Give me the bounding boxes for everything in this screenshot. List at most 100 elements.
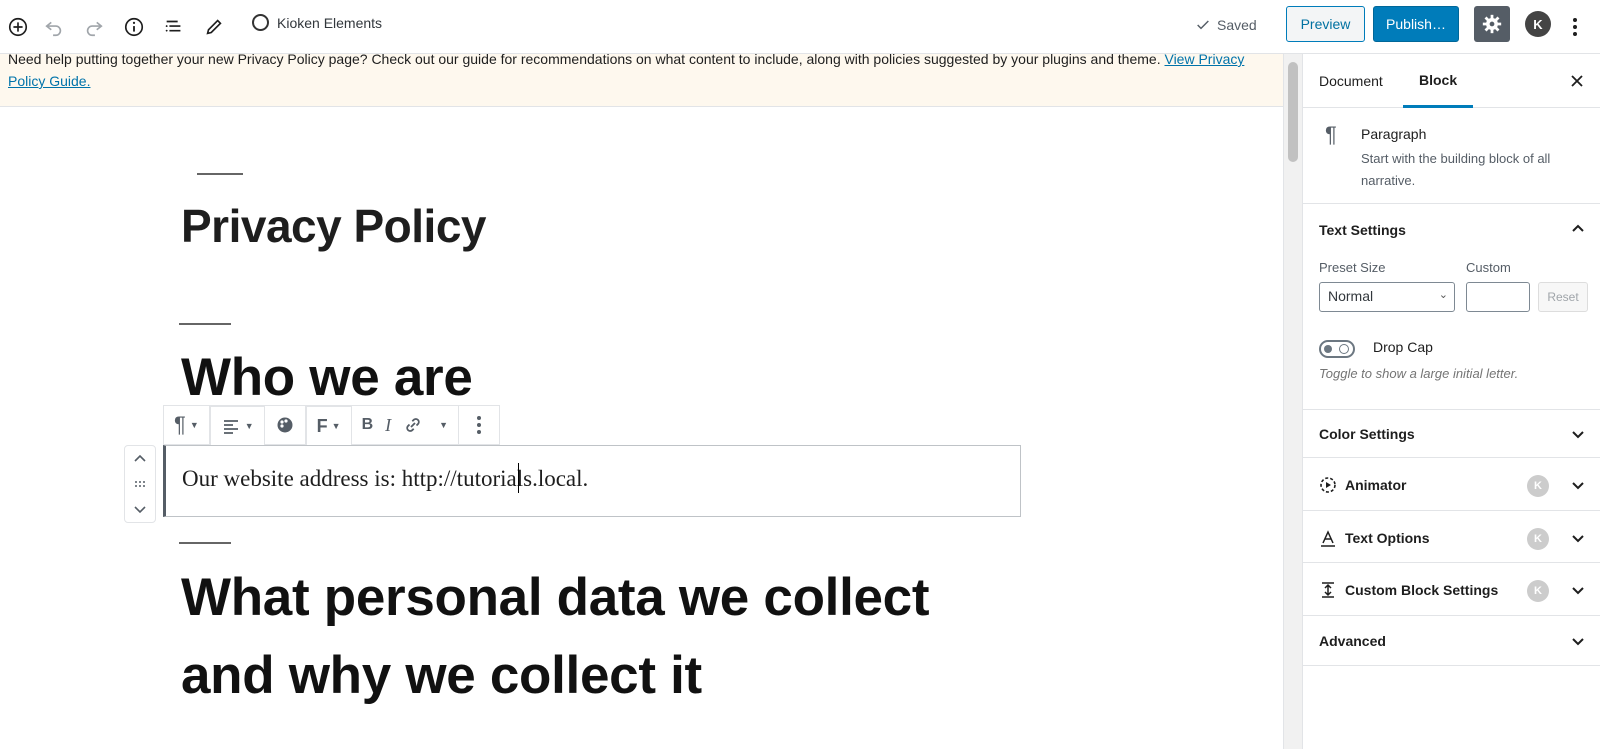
heading-line-1: What personal data we collect — [181, 568, 930, 627]
kebab-menu-icon[interactable] — [1560, 9, 1590, 45]
chevron-down-icon — [1572, 638, 1584, 646]
preview-button[interactable]: Preview — [1286, 6, 1365, 42]
chevron-down-icon: ▼ — [439, 420, 449, 430]
site-title[interactable]: Kioken Elements — [252, 14, 382, 31]
panel-head: Text Options — [1319, 529, 1430, 547]
separator-block[interactable] — [179, 542, 231, 544]
heading-personal-data[interactable]: What personal data we collect and why we… — [181, 559, 930, 715]
panel-title: Custom Block Settings — [1345, 582, 1499, 598]
chevron-down-icon — [1572, 535, 1584, 543]
pilcrow-icon: ¶ — [1325, 122, 1337, 147]
panel-animator[interactable]: Animator K — [1303, 458, 1600, 511]
heading-line-2: and why we collect it — [181, 646, 702, 705]
reset-button[interactable]: Reset — [1538, 282, 1588, 312]
pilcrow-icon: ¶ — [174, 412, 186, 437]
sidebar-tabs: Document Block — [1303, 54, 1600, 108]
chevron-down-icon — [1572, 482, 1584, 490]
kioken-plugin-button[interactable]: K — [1525, 11, 1551, 37]
panel-text-settings: Text Settings Preset Size Custom Normal … — [1303, 204, 1600, 410]
notice-text: Need help putting together your new Priv… — [8, 54, 1161, 67]
panel-custom-block-settings[interactable]: Custom Block Settings K — [1303, 563, 1600, 616]
tab-document[interactable]: Document — [1303, 54, 1399, 108]
chevron-down-icon[interactable] — [133, 502, 147, 516]
post-title[interactable]: Privacy Policy — [181, 199, 486, 253]
bold-icon: B — [361, 416, 374, 433]
chevron-down-icon: ▼ — [331, 421, 341, 431]
custom-size-input[interactable] — [1466, 282, 1530, 312]
chevron-up-icon[interactable] — [133, 452, 147, 466]
drag-handle-icon[interactable] — [133, 477, 147, 491]
editor-canvas: Privacy Policy Who we are ¶ ▼ ▼ F ▼ B I … — [0, 107, 1283, 749]
block-toolbar: ¶ ▼ ▼ F ▼ B I ▼ — [163, 405, 501, 446]
panel-text-options[interactable]: Text Options K — [1303, 511, 1600, 563]
color-group — [265, 406, 306, 444]
italic-icon: I — [385, 414, 392, 435]
block-mover — [124, 445, 156, 523]
outline-icon[interactable] — [156, 9, 192, 45]
chevron-up-icon[interactable] — [1569, 220, 1587, 238]
site-status-icon — [252, 14, 269, 31]
publish-button[interactable]: Publish… — [1373, 6, 1459, 42]
saved-label: Saved — [1217, 17, 1257, 33]
link-button[interactable] — [397, 405, 429, 445]
redo-icon[interactable] — [76, 9, 112, 45]
privacy-policy-notice: Need help putting together your new Priv… — [0, 54, 1283, 107]
format-group: B I ▼ — [352, 405, 460, 445]
panel-title: Advanced — [1319, 633, 1386, 649]
panel-head: Animator — [1319, 476, 1406, 494]
scrollbar-thumb[interactable] — [1288, 62, 1298, 162]
panel-title: Text Options — [1345, 530, 1430, 546]
edit-icon[interactable] — [196, 9, 232, 45]
bold-button[interactable]: B — [356, 405, 380, 445]
toggle-off-icon — [1339, 344, 1349, 354]
kioken-badge: K — [1527, 475, 1549, 497]
panel-title: Color Settings — [1319, 426, 1415, 442]
panel-text-settings-toggle[interactable]: Text Settings — [1319, 222, 1406, 238]
chevron-down-icon: ▼ — [189, 420, 199, 430]
site-title-label: Kioken Elements — [277, 14, 383, 31]
align-button[interactable]: ▼ — [215, 406, 260, 446]
undo-icon[interactable] — [36, 9, 72, 45]
link-icon — [406, 418, 420, 432]
check-icon — [1197, 20, 1209, 30]
align-left-icon — [223, 420, 238, 434]
font-button[interactable]: F ▼ — [311, 406, 347, 446]
gear-icon — [1482, 14, 1502, 34]
close-icon[interactable] — [1565, 69, 1589, 93]
panel-title: Animator — [1345, 477, 1407, 493]
editor-scrollbar[interactable] — [1283, 54, 1302, 749]
text-cursor — [518, 463, 519, 493]
preset-size-select[interactable]: Normal ⌄ — [1319, 282, 1455, 312]
paragraph-block[interactable]: Our website address is: http://tutorials… — [163, 445, 1021, 517]
panel-advanced[interactable]: Advanced — [1303, 616, 1600, 666]
italic-button[interactable]: I — [379, 405, 397, 445]
block-type-group: ¶ ▼ — [164, 406, 210, 444]
toggle-knob — [1324, 345, 1332, 353]
chevron-down-icon — [1572, 431, 1584, 439]
kioken-badge: K — [1527, 580, 1549, 602]
more-group — [459, 406, 499, 444]
paragraph-text[interactable]: Our website address is: http://tutorials… — [182, 466, 588, 492]
settings-button[interactable] — [1474, 6, 1510, 42]
settings-sidebar: Document Block ¶ Paragraph Start with th… — [1302, 54, 1600, 749]
kebab-menu-icon — [477, 416, 482, 434]
info-icon[interactable] — [116, 9, 152, 45]
block-more-options[interactable] — [463, 405, 495, 445]
drop-cap-label: Drop Cap — [1373, 339, 1433, 355]
panel-color-settings[interactable]: Color Settings — [1303, 410, 1600, 458]
drop-cap-toggle[interactable] — [1319, 340, 1355, 358]
preset-size-label: Preset Size — [1319, 260, 1386, 275]
add-block-icon[interactable] — [0, 9, 36, 45]
title-separator — [197, 173, 243, 175]
separator-block[interactable] — [179, 323, 231, 325]
kioken-badge: K — [1527, 528, 1549, 550]
preset-size-value: Normal — [1328, 288, 1374, 304]
more-formats-button[interactable]: ▼ — [429, 405, 454, 445]
saved-indicator: Saved — [1195, 17, 1257, 33]
block-type-switcher[interactable]: ¶ ▼ — [168, 405, 205, 445]
palette-icon — [277, 417, 293, 433]
tab-block[interactable]: Block — [1403, 54, 1474, 108]
align-group: ▼ — [209, 406, 265, 446]
color-button[interactable] — [269, 405, 301, 445]
block-card-description: Start with the building block of all nar… — [1361, 151, 1551, 188]
